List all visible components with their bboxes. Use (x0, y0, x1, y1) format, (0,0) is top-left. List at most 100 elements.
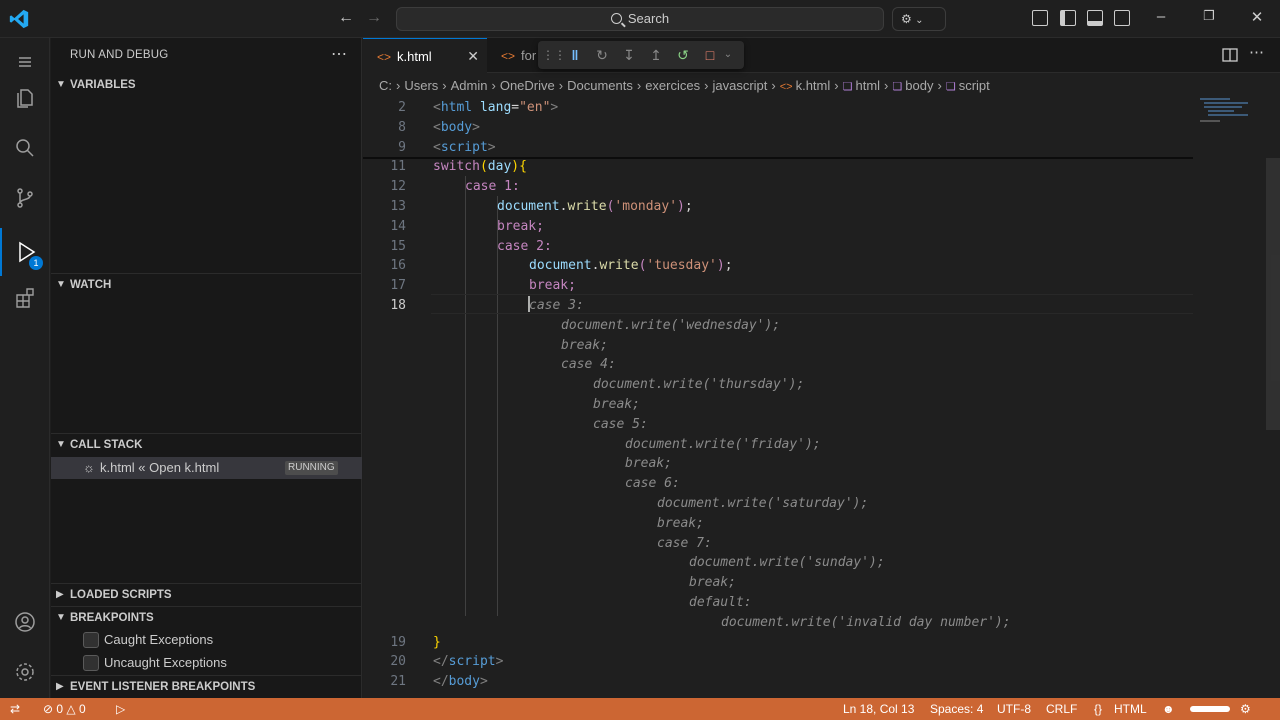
caught-exceptions-checkbox[interactable] (83, 632, 99, 648)
copilot-button[interactable]: ⚙ ⌄ (892, 7, 946, 31)
run-and-debug-button[interactable]: 1 (0, 228, 50, 276)
ghost-line: case 7: (657, 535, 712, 551)
code-line: 9 <script> (363, 138, 1193, 158)
call-stack-item[interactable]: ☼ k.html « Open k.html RUNNING (51, 457, 362, 479)
breadcrumb-item[interactable]: OneDrive (500, 78, 555, 93)
inline-suggestion: case 3: (529, 298, 584, 313)
uncaught-exceptions-checkbox[interactable] (83, 655, 99, 671)
breadcrumb-item[interactable]: Documents (567, 78, 633, 93)
line-ending[interactable]: CRLF (1046, 698, 1077, 720)
ghost-line: break; (561, 337, 608, 353)
encoding[interactable]: UTF-8 (997, 698, 1031, 720)
section-call-stack-label: CALL STACK (70, 439, 143, 451)
ghost-line: document.write('thursday'); (593, 377, 805, 393)
tab-k-html[interactable]: <> k.html ✕ (363, 38, 487, 73)
copilot-icon[interactable]: ☻ (1162, 698, 1175, 720)
chevron-down-icon: ▼ (56, 79, 66, 90)
code-editor[interactable]: 2 <html lang="en"> 8 <body> 9 <script> 11 sw… (363, 98, 1280, 698)
step-into-icon[interactable]: ↧ (619, 45, 639, 65)
ghost-line: document.write('sunday'); (689, 555, 885, 571)
activity-bar: 1 (0, 38, 50, 698)
line-number: 20 (390, 654, 406, 670)
explorer-button[interactable] (0, 74, 50, 122)
line-number: 18 (390, 298, 406, 313)
customize-layout-icon[interactable] (1032, 10, 1048, 26)
section-loaded-scripts[interactable]: ▶ LOADED SCRIPTS (51, 583, 362, 605)
drag-handle-icon[interactable]: ⋮⋮ (542, 45, 566, 65)
section-breakpoints-label: BREAKPOINTS (70, 612, 154, 624)
html-file-icon: <> (501, 49, 516, 63)
line-number: 16 (390, 258, 406, 274)
more-actions-icon[interactable]: ⋯ (1249, 43, 1267, 61)
code-line: 16 document.write('tuesday'); (363, 256, 1193, 276)
breakpoint-uncaught-exceptions[interactable]: Uncaught Exceptions (51, 652, 362, 674)
arrow-left-icon[interactable]: ← (335, 9, 357, 27)
accounts-button[interactable] (0, 598, 50, 646)
minimap[interactable] (1200, 96, 1260, 136)
step-over-icon[interactable]: ↻ (592, 45, 612, 65)
step-out-icon[interactable]: ↥ (646, 45, 666, 65)
editor-area: <> k.html ✕ <> for ⋮⋮ ‖ ↻ ↧ ↥ ↺ □ ⌄ ⋯ C: › U… (363, 38, 1280, 698)
error-count: 0 (56, 702, 64, 716)
manage-button[interactable] (0, 648, 50, 696)
command-center-search[interactable]: Search (396, 7, 884, 31)
code-line: 14 break; (363, 217, 1193, 237)
source-control-button[interactable] (0, 174, 50, 222)
code-line: 12 case 1: (363, 177, 1193, 197)
language-mode[interactable]: HTML (1114, 698, 1147, 720)
toggle-secondary-sidebar-icon[interactable] (1114, 10, 1130, 26)
section-event-listener-breakpoints[interactable]: ▶ EVENT LISTENER BREAKPOINTS (51, 675, 362, 697)
breadcrumb-item[interactable]: Users (404, 78, 438, 93)
close-window-icon[interactable]: ✕ (1242, 8, 1272, 26)
breadcrumb-item[interactable]: javascript (712, 78, 767, 93)
indentation[interactable]: Spaces: 4 (930, 698, 983, 720)
breadcrumb-item[interactable]: body (905, 78, 933, 93)
chevron-down-icon[interactable]: ⌄ (718, 45, 738, 65)
braces-icon[interactable]: {} (1094, 698, 1102, 720)
restart-icon[interactable]: ↺ (673, 45, 693, 65)
ghost-line: break; (625, 456, 672, 472)
section-call-stack[interactable]: ▼ CALL STACK (51, 433, 362, 455)
search-button[interactable] (0, 124, 50, 172)
problems-indicator[interactable]: ⊘ 0 △ 0 (43, 698, 86, 720)
element-icon: ❏ (842, 81, 853, 93)
breakpoint-caught-exceptions[interactable]: Caught Exceptions (51, 629, 362, 651)
restore-icon[interactable]: ❐ (1194, 8, 1224, 24)
copilot-icon: ⚙ (901, 12, 912, 26)
stop-icon[interactable]: □ (700, 45, 720, 65)
minimize-icon[interactable]: – (1146, 8, 1176, 25)
section-breakpoints[interactable]: ▼ BREAKPOINTS (51, 606, 362, 628)
debug-status-icon[interactable]: ▷ (116, 698, 125, 720)
pause-icon[interactable]: ‖ (565, 45, 585, 65)
progress-slider[interactable] (1190, 706, 1230, 712)
toggle-panel-icon[interactable] (1087, 10, 1103, 26)
call-stack-item-label: k.html « Open k.html (100, 460, 220, 475)
vertical-scrollbar[interactable] (1266, 158, 1280, 430)
remote-icon[interactable]: ⇄ (10, 698, 20, 720)
breadcrumb-item[interactable]: html (855, 78, 880, 93)
toggle-primary-sidebar-icon[interactable] (1060, 10, 1076, 26)
arrow-right-icon[interactable]: → (363, 9, 385, 27)
line-number: 2 (398, 100, 406, 115)
cursor-position[interactable]: Ln 18, Col 13 (843, 698, 914, 720)
breadcrumb-item[interactable]: script (959, 78, 990, 93)
chevron-down-icon: ⌄ (915, 15, 924, 26)
split-editor-icon[interactable] (1221, 46, 1239, 64)
section-watch-label: WATCH (70, 279, 112, 291)
chevron-down-icon: ▼ (56, 612, 66, 623)
breadcrumb-item[interactable]: Admin (451, 78, 488, 93)
code-line: 13 document.write('monday'); (363, 197, 1193, 217)
chevron-right-icon: ▶ (56, 681, 64, 692)
breadcrumb-item[interactable]: C: (379, 78, 392, 93)
breadcrumb-item[interactable]: k.html (796, 78, 831, 93)
notifications-icon[interactable]: ⚙ (1240, 698, 1251, 720)
title-bar: ← → Search ⚙ ⌄ – ❐ ✕ (0, 0, 1280, 38)
section-variables[interactable]: ▼ VARIABLES (51, 74, 362, 96)
section-watch[interactable]: ▼ WATCH (51, 273, 362, 295)
more-actions-icon[interactable]: ⋯ (331, 44, 347, 64)
code-line: 15 case 2: (363, 237, 1193, 257)
vscode-logo-icon (9, 9, 29, 29)
close-tab-icon[interactable]: ✕ (467, 39, 479, 74)
breadcrumb-item[interactable]: exercices (645, 78, 700, 93)
extensions-button[interactable] (0, 274, 50, 322)
